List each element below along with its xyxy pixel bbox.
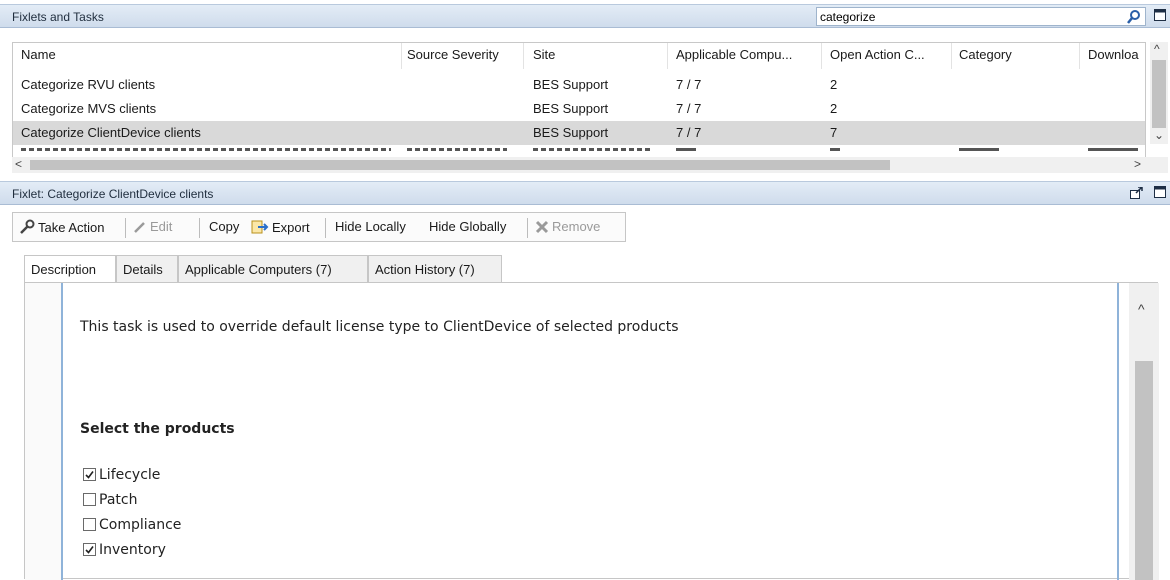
checkbox-lifecycle[interactable]: Lifecycle bbox=[83, 467, 160, 483]
scroll-up-icon[interactable]: ^ bbox=[1154, 42, 1160, 56]
description-panel: ^ This task is used to override default … bbox=[24, 282, 1159, 580]
remove-button[interactable]: Remove bbox=[535, 219, 600, 234]
tab-description[interactable]: Description bbox=[24, 255, 116, 283]
scroll-up-icon[interactable]: ^ bbox=[1138, 301, 1145, 317]
search-input[interactable] bbox=[817, 8, 1117, 25]
checkbox-checked-icon[interactable] bbox=[83, 543, 96, 556]
cell-open-actions: 2 bbox=[830, 77, 838, 92]
popout-icon[interactable] bbox=[1130, 187, 1144, 199]
maximize-icon[interactable] bbox=[1154, 9, 1166, 21]
scroll-thumb[interactable] bbox=[1152, 60, 1166, 128]
tab-details[interactable]: Details bbox=[116, 255, 178, 282]
cell-applicable: 7 / 7 bbox=[676, 125, 702, 140]
scroll-right-icon[interactable]: > bbox=[1134, 157, 1141, 171]
copy-button[interactable]: Copy bbox=[209, 219, 239, 234]
scroll-thumb[interactable] bbox=[30, 160, 890, 170]
cell-site: BES Support bbox=[533, 125, 609, 140]
fixlet-toolbar: Take Action Edit Copy Export Hide Locall… bbox=[12, 212, 626, 242]
take-action-label: Take Action bbox=[38, 220, 105, 235]
edit-label: Edit bbox=[150, 219, 173, 234]
table-row-selected[interactable]: Categorize ClientDevice clients BES Supp… bbox=[13, 121, 1145, 145]
cell-site: BES Support bbox=[533, 101, 609, 116]
column-header-open-actions[interactable]: Open Action C... bbox=[830, 47, 925, 62]
checkbox-compliance[interactable]: Compliance bbox=[83, 517, 181, 533]
checkbox-inventory[interactable]: Inventory bbox=[83, 542, 166, 558]
cell-open-actions: 7 bbox=[830, 125, 838, 140]
column-header-applicable[interactable]: Applicable Compu... bbox=[676, 47, 792, 62]
products-heading: Select the products bbox=[80, 421, 235, 437]
cell-open-actions: 2 bbox=[830, 101, 838, 116]
table-row[interactable]: Categorize MVS clients BES Support 7 / 7… bbox=[13, 97, 1145, 121]
remove-x-icon bbox=[535, 220, 549, 234]
table-vertical-scrollbar[interactable]: ^ ⌄ bbox=[1150, 42, 1168, 144]
table-row-partial[interactable] bbox=[13, 145, 1145, 151]
table-row[interactable]: Categorize RVU clients BES Support 7 / 7… bbox=[13, 73, 1145, 97]
fixlets-panel-title: Fixlets and Tasks bbox=[12, 10, 104, 24]
fixlets-panel-header: Fixlets and Tasks bbox=[0, 4, 1170, 28]
cell-name: Categorize RVU clients bbox=[21, 77, 156, 92]
maximize-icon[interactable] bbox=[1154, 186, 1166, 198]
cell-applicable: 7 / 7 bbox=[676, 101, 702, 116]
column-header-name[interactable]: Name bbox=[21, 47, 56, 62]
cell-name: Categorize ClientDevice clients bbox=[21, 125, 201, 140]
pencil-icon bbox=[134, 222, 145, 233]
remove-label: Remove bbox=[552, 219, 601, 234]
column-header-site[interactable]: Site bbox=[533, 47, 555, 62]
fixlet-panel-title: Fixlet: Categorize ClientDevice clients bbox=[12, 187, 214, 201]
search-icon[interactable] bbox=[1126, 9, 1142, 25]
checkbox-label: Lifecycle bbox=[99, 467, 161, 483]
export-icon bbox=[251, 220, 269, 234]
hide-locally-button[interactable]: Hide Locally bbox=[335, 219, 406, 234]
checkbox-label: Inventory bbox=[99, 542, 166, 558]
checkbox-patch[interactable]: Patch bbox=[83, 492, 137, 508]
export-label: Export bbox=[272, 220, 310, 235]
export-button[interactable]: Export bbox=[251, 219, 310, 235]
cell-name: Categorize MVS clients bbox=[21, 101, 157, 116]
cell-site: BES Support bbox=[533, 77, 609, 92]
take-action-button[interactable]: Take Action bbox=[19, 219, 105, 235]
fixlets-table: Name Source Severity Site Applicable Com… bbox=[12, 42, 1146, 172]
checkbox-unchecked-icon[interactable] bbox=[83, 518, 96, 531]
wrench-icon bbox=[20, 219, 35, 234]
edit-button[interactable]: Edit bbox=[133, 219, 172, 234]
description-vertical-scrollbar[interactable]: ^ bbox=[1129, 283, 1159, 580]
description-text: This task is used to override default li… bbox=[80, 319, 679, 335]
table-horizontal-scrollbar[interactable]: < > bbox=[12, 157, 1168, 173]
fixlet-panel-header: Fixlet: Categorize ClientDevice clients bbox=[0, 181, 1170, 205]
tab-applicable-computers[interactable]: Applicable Computers (7) bbox=[178, 255, 368, 282]
checkbox-label: Patch bbox=[99, 492, 138, 508]
search-field[interactable] bbox=[816, 7, 1146, 26]
column-header-download[interactable]: Downloa bbox=[1088, 47, 1139, 62]
table-header: Name Source Severity Site Applicable Com… bbox=[13, 43, 1145, 69]
checkbox-unchecked-icon[interactable] bbox=[83, 493, 96, 506]
cell-applicable: 7 / 7 bbox=[676, 77, 702, 92]
column-header-category[interactable]: Category bbox=[959, 47, 1012, 62]
checkbox-checked-icon[interactable] bbox=[83, 468, 96, 481]
tab-action-history[interactable]: Action History (7) bbox=[368, 255, 502, 282]
column-header-severity[interactable]: Source Severity bbox=[407, 47, 499, 62]
scroll-down-icon[interactable]: ⌄ bbox=[1154, 128, 1164, 142]
checkbox-label: Compliance bbox=[99, 517, 182, 533]
hide-globally-button[interactable]: Hide Globally bbox=[429, 219, 506, 234]
scroll-thumb[interactable] bbox=[1135, 361, 1153, 580]
scroll-left-icon[interactable]: < bbox=[15, 157, 22, 171]
